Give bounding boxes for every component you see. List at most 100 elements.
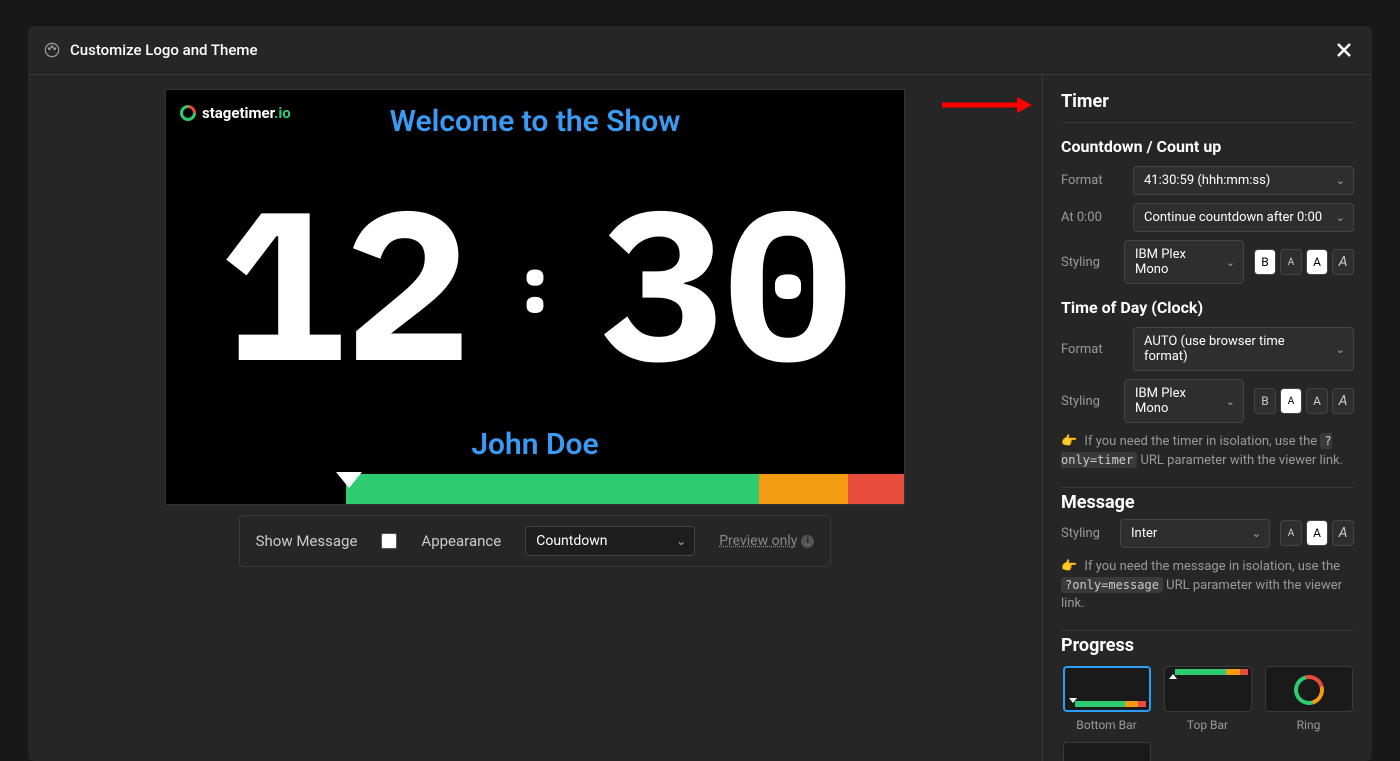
progress-label-ring: Ring [1297, 718, 1321, 732]
progress-thumb-hidden [1063, 742, 1151, 761]
mini-bar [1175, 669, 1249, 675]
at-zero-label: At 0:00 [1061, 210, 1123, 225]
modal-title: Customize Logo and Theme [44, 41, 258, 59]
progress-option-ring[interactable]: Ring [1263, 666, 1354, 732]
close-button[interactable] [1332, 38, 1356, 62]
preview-only-label: Preview only i [719, 533, 814, 549]
preview-controls: Show Message Appearance Countdown ⌄ Prev… [239, 515, 832, 567]
modal-body: stagetimer.io Welcome to the Show 12 : 3… [28, 75, 1372, 761]
progress-option-top[interactable]: Top Bar [1162, 666, 1253, 732]
chevron-down-icon: ⌄ [1336, 211, 1345, 224]
progress-thumb-ring [1265, 666, 1353, 712]
message-style-buttons: A A A [1280, 520, 1354, 546]
time-seconds: 30 [599, 177, 851, 387]
preview-speaker: John Doe [166, 427, 904, 462]
arrow-annotation [942, 97, 1032, 113]
timer-heading: Timer [1061, 91, 1354, 112]
divider [1061, 122, 1354, 123]
preview-headline: Welcome to the Show [166, 104, 904, 139]
chevron-down-icon: ⌄ [1226, 256, 1235, 269]
progress-options: Bottom Bar Top Bar [1061, 666, 1354, 761]
format-label: Format [1061, 342, 1123, 357]
progress-thumb-bottom [1063, 666, 1151, 712]
chevron-down-icon: ⌄ [1226, 395, 1235, 408]
bold-toggle[interactable]: B [1254, 249, 1276, 275]
text-size-medium[interactable]: A [1306, 388, 1328, 414]
show-message-checkbox[interactable] [381, 533, 397, 549]
progress-label-bottom: Bottom Bar [1076, 718, 1136, 732]
progress-heading: Progress [1061, 635, 1354, 656]
chevron-down-icon: ⌄ [1252, 527, 1261, 540]
progress-label-top: Top Bar [1187, 718, 1228, 732]
styling-label: Styling [1061, 526, 1110, 541]
countdown-format-row: Format 41:30:59 (hhh:mm:ss) ⌄ [1061, 166, 1354, 195]
at-zero-select[interactable]: Continue countdown after 0:00 ⌄ [1133, 203, 1354, 232]
marker-icon [1169, 674, 1177, 679]
progress-option-hidden[interactable]: Hidden [1061, 742, 1152, 761]
timer-tip: 👉 If you need the timer in isolation, us… [1061, 433, 1354, 471]
preview-progress-bar [346, 474, 904, 504]
styling-label: Styling [1061, 255, 1114, 270]
countdown-font-select[interactable]: IBM Plex Mono ⌄ [1124, 240, 1244, 284]
preview-column: stagetimer.io Welcome to the Show 12 : 3… [28, 75, 1042, 761]
progress-green [346, 474, 759, 504]
countdown-style-buttons: B A A A [1254, 249, 1354, 275]
clock-font-select[interactable]: IBM Plex Mono ⌄ [1124, 379, 1244, 423]
chevron-down-icon: ⌄ [1336, 343, 1345, 356]
info-icon[interactable]: i [801, 535, 814, 548]
clock-style-buttons: B A A A [1254, 388, 1354, 414]
appearance-label: Appearance [421, 532, 501, 550]
clock-format-row: Format AUTO (use browser time format) ⌄ [1061, 327, 1354, 371]
pointing-emoji-icon: 👉 [1061, 559, 1077, 574]
show-message-label: Show Message [256, 532, 358, 550]
message-tip: 👉 If you need the message in isolation, … [1061, 558, 1354, 615]
text-size-large[interactable]: A [1332, 520, 1354, 546]
mini-bar [1075, 701, 1147, 707]
countdown-styling-row: Styling IBM Plex Mono ⌄ B A A A [1061, 240, 1354, 284]
palette-icon [44, 42, 60, 58]
progress-marker-icon [336, 472, 362, 488]
progress-thumb-top [1164, 666, 1252, 712]
appearance-value: Countdown [536, 533, 607, 549]
countdown-format-select[interactable]: 41:30:59 (hhh:mm:ss) ⌄ [1133, 166, 1354, 195]
timer-section: Timer Countdown / Count up Format 41:30:… [1061, 91, 1354, 488]
chevron-down-icon: ⌄ [1336, 174, 1345, 187]
text-size-large[interactable]: A [1332, 249, 1354, 275]
message-font-select[interactable]: Inter ⌄ [1120, 519, 1270, 548]
progress-option-bottom[interactable]: Bottom Bar [1061, 666, 1152, 732]
progress-section: Progress Bottom Bar [1061, 635, 1354, 761]
bold-toggle[interactable]: B [1254, 388, 1276, 414]
countdown-heading: Countdown / Count up [1061, 137, 1354, 156]
settings-sidebar: Timer Countdown / Count up Format 41:30:… [1042, 75, 1372, 761]
time-colon: : [511, 242, 559, 322]
styling-label: Styling [1061, 394, 1114, 409]
ring-icon [1288, 670, 1329, 711]
text-size-medium[interactable]: A [1306, 520, 1328, 546]
message-heading: Message [1061, 492, 1354, 513]
close-icon [1337, 43, 1351, 57]
progress-orange [759, 474, 848, 504]
text-size-large[interactable]: A [1332, 388, 1354, 414]
time-minutes: 12 [219, 177, 471, 387]
modal-title-text: Customize Logo and Theme [70, 41, 258, 59]
chevron-down-icon: ⌄ [676, 534, 686, 548]
preview-time: 12 : 30 [166, 136, 904, 427]
modal-header: Customize Logo and Theme [28, 26, 1372, 75]
format-label: Format [1061, 173, 1123, 188]
text-size-medium[interactable]: A [1306, 249, 1328, 275]
message-url-param: ?only=message [1061, 577, 1163, 593]
customize-modal: Customize Logo and Theme stagetimer.io W… [28, 26, 1372, 761]
at-zero-row: At 0:00 Continue countdown after 0:00 ⌄ [1061, 203, 1354, 232]
appearance-select[interactable]: Countdown ⌄ [525, 526, 695, 556]
text-size-small[interactable]: A [1280, 520, 1302, 546]
text-size-small[interactable]: A [1280, 249, 1302, 275]
pointing-emoji-icon: 👉 [1061, 434, 1077, 449]
progress-red [848, 474, 904, 504]
message-styling-row: Styling Inter ⌄ A A A [1061, 519, 1354, 548]
clock-format-select[interactable]: AUTO (use browser time format) ⌄ [1133, 327, 1354, 371]
timer-preview: stagetimer.io Welcome to the Show 12 : 3… [165, 89, 905, 505]
clock-styling-row: Styling IBM Plex Mono ⌄ B A A A [1061, 379, 1354, 423]
text-size-small[interactable]: A [1280, 388, 1302, 414]
clock-heading: Time of Day (Clock) [1061, 298, 1354, 317]
message-section: Message Styling Inter ⌄ A A A 👉 If y [1061, 492, 1354, 632]
